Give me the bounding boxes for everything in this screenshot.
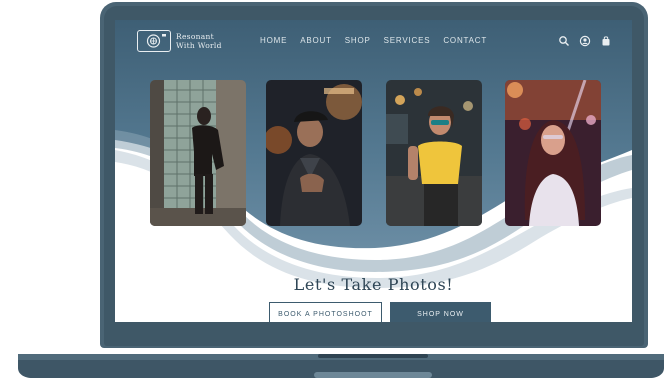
site-logo[interactable]: Resonant With World: [137, 30, 222, 52]
logo-line-1: Resonant: [176, 32, 214, 41]
gallery-photo-3[interactable]: [386, 80, 482, 226]
search-icon[interactable]: [558, 34, 570, 46]
nav-item-home[interactable]: HOME: [260, 36, 287, 45]
nav-item-shop[interactable]: SHOP: [345, 36, 371, 45]
woman-in-yellow-shirt-photo: [386, 80, 482, 226]
user-icon[interactable]: [579, 34, 591, 47]
camera-icon: [137, 30, 171, 52]
gallery-photo-4[interactable]: [505, 80, 601, 226]
gallery-photo-2[interactable]: [266, 80, 362, 226]
header-tools: [549, 34, 612, 47]
woman-in-neon-light-photo: [505, 80, 601, 226]
site-header: Resonant With World HOME ABOUT SHOP SERV…: [115, 20, 632, 62]
shop-now-button[interactable]: SHOP NOW: [390, 302, 491, 322]
nav-item-about[interactable]: ABOUT: [300, 36, 332, 45]
man-in-cap-photo: [266, 80, 362, 226]
nav-item-contact[interactable]: CONTACT: [443, 36, 487, 45]
woman-in-leather-jacket-photo: [150, 80, 246, 226]
laptop-base: [18, 354, 664, 378]
cart-icon[interactable]: [600, 34, 612, 46]
main-nav: HOME ABOUT SHOP SERVICES CONTACT: [260, 36, 500, 45]
hero-headline: Let's Take Photos!: [293, 275, 454, 294]
website-screen: Resonant With World HOME ABOUT SHOP SERV…: [115, 20, 632, 322]
book-photoshoot-button[interactable]: BOOK A PHOTOSHOOT: [269, 302, 382, 322]
logo-line-2: With World: [176, 41, 222, 50]
nav-item-services[interactable]: SERVICES: [384, 36, 431, 45]
logo-text: Resonant With World: [176, 32, 222, 50]
gallery-photo-1[interactable]: [150, 80, 246, 226]
